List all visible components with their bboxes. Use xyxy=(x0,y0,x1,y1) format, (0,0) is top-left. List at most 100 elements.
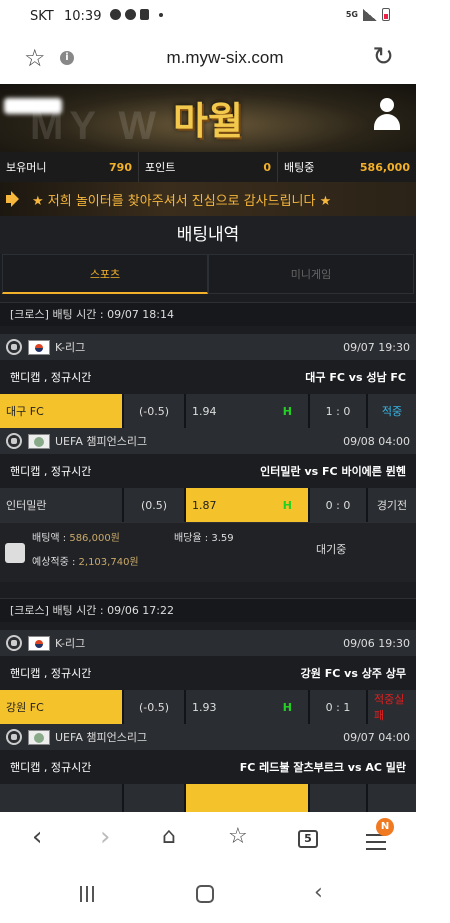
odds-cell: 1.94 H xyxy=(186,394,308,428)
match-row: 핸디캡 , 정규시간 FC 레드불 잘츠부르크 vs AC 밀란 xyxy=(0,750,416,784)
balance-cell: 보유머니 790 xyxy=(0,152,139,182)
bet-header: [크로스] 배팅 시간 : 09/06 17:22 xyxy=(0,598,416,622)
system-icons: 5G xyxy=(346,8,390,21)
soccer-ball-icon xyxy=(6,339,22,355)
betting-value: 586,000 xyxy=(359,160,410,174)
match-score xyxy=(310,784,366,812)
system-home-icon[interactable] xyxy=(196,885,214,903)
odds-row: 대구 FC (-0.5) 1.94 H 1 : 0 적중 xyxy=(0,394,416,428)
home-pick: 대구 FC xyxy=(0,394,122,428)
match-teams: 대구 FC vs 성남 FC xyxy=(305,371,406,384)
soccer-ball-icon xyxy=(6,635,22,651)
odds-row: 인터밀란 (0.5) 1.87 H 0 : 0 경기전 xyxy=(0,488,416,522)
match-time: 09/08 04:00 xyxy=(343,434,410,448)
network-5g-icon: 5G xyxy=(345,9,358,19)
notice-text: ★ 저희 놀이터를 찾아주셔서 진심으로 감사드립니다 ★ xyxy=(32,193,332,209)
site-header: MY W 마월 xyxy=(0,84,416,152)
handicap-mark: H xyxy=(282,404,292,418)
league-row: K-리그 09/06 19:30 xyxy=(0,630,416,656)
league-name: K-리그 xyxy=(55,637,86,650)
notice-banner: ★ 저희 놀이터를 찾아주셔서 진심으로 감사드립니다 ★ xyxy=(0,182,416,216)
match-time: 09/06 19:30 xyxy=(343,636,410,650)
betting-cell: 배팅중 586,000 xyxy=(278,152,416,182)
odds-value: 1.93 xyxy=(192,700,217,714)
carrier-label: SKT xyxy=(30,9,54,24)
betting-history: 배팅내역 스포츠 미니게임 [크로스] 배팅 시간 : 09/07 18:14 … xyxy=(0,216,416,812)
match-result: 적중 xyxy=(368,394,416,428)
menu-icon[interactable] xyxy=(366,834,386,855)
match-score: 0 : 0 xyxy=(310,488,366,522)
odds-row xyxy=(0,784,416,812)
recent-apps-icon[interactable] xyxy=(80,886,94,902)
korea-flag-icon xyxy=(28,339,50,355)
balance-value: 790 xyxy=(109,160,132,174)
league-name: UEFA 챔피언스리그 xyxy=(55,731,148,744)
site-logo[interactable]: 마월 xyxy=(0,90,416,145)
handicap-mark: H xyxy=(282,700,292,714)
expected-win: 예상적중 : 2,103,740원 xyxy=(32,557,139,568)
system-back-icon[interactable]: ‹ xyxy=(314,880,323,905)
notification-icons xyxy=(110,9,163,20)
match-result: 경기전 xyxy=(368,488,416,522)
soccer-ball-icon xyxy=(6,433,22,449)
league-name: UEFA 챔피언스리그 xyxy=(55,435,148,448)
league-row: UEFA 챔피언스리그 09/07 04:00 xyxy=(0,724,416,750)
message-icon xyxy=(125,9,136,20)
forward-icon[interactable]: › xyxy=(100,822,110,852)
uefa-flag-icon xyxy=(28,729,50,745)
reload-icon[interactable]: ↻ xyxy=(372,42,394,72)
category-tabs: 스포츠 미니게임 xyxy=(2,254,414,294)
market-type: 핸디캡 , 정규시간 xyxy=(10,371,92,384)
bet-amount: 배팅액 : 586,000원 xyxy=(32,533,120,544)
market-type: 핸디캡 , 정규시간 xyxy=(10,465,92,478)
battery-icon xyxy=(382,8,390,21)
match-teams: 강원 FC vs 상주 상무 xyxy=(300,667,406,680)
tab-sports[interactable]: 스포츠 xyxy=(2,254,208,294)
status-bar: SKT 10:39 5G xyxy=(0,0,450,34)
match-teams: 인터밀란 vs FC 바이에른 뮌헨 xyxy=(260,465,406,478)
odds-value: 1.94 xyxy=(192,404,217,418)
match-result: 적중실패 xyxy=(368,690,416,724)
odds-cell: 1.93 H xyxy=(186,690,308,724)
speaker-icon xyxy=(6,191,26,207)
league-row: UEFA 챔피언스리그 09/08 04:00 xyxy=(0,428,416,454)
odds-cell xyxy=(186,784,308,812)
handicap-line: (-0.5) xyxy=(124,394,184,428)
handicap-line xyxy=(124,784,184,812)
match-time: 09/07 04:00 xyxy=(343,730,410,744)
korea-flag-icon xyxy=(28,635,50,651)
uefa-flag-icon xyxy=(28,433,50,449)
bet-status: 대기중 xyxy=(316,543,347,556)
tab-minigame[interactable]: 미니게임 xyxy=(208,254,414,294)
select-checkbox[interactable] xyxy=(0,523,30,582)
home-pick: 강원 FC xyxy=(0,690,122,724)
page-title: 배팅내역 xyxy=(0,216,416,254)
notification-badge: N xyxy=(376,818,394,836)
tabs-button[interactable]: 5 xyxy=(298,830,318,848)
user-icon[interactable] xyxy=(372,98,402,132)
match-score: 1 : 0 xyxy=(310,394,366,428)
handicap-line: (0.5) xyxy=(124,488,184,522)
bookmarks-icon[interactable]: ☆ xyxy=(228,822,248,852)
home-icon[interactable]: ⌂ xyxy=(162,822,176,852)
match-row: 핸디캡 , 정규시간 강원 FC vs 상주 상무 xyxy=(0,656,416,690)
match-score: 0 : 1 xyxy=(310,690,366,724)
odds-row: 강원 FC (-0.5) 1.93 H 0 : 1 적중실패 xyxy=(0,690,416,724)
match-time: 09/07 19:30 xyxy=(343,340,410,354)
more-dot-icon xyxy=(159,12,163,17)
home-pick xyxy=(0,784,122,812)
handicap-mark: H xyxy=(282,498,292,512)
bet-rate: 배당율 : 3.59 xyxy=(174,533,234,544)
league-row: K-리그 09/07 19:30 xyxy=(0,334,416,360)
chat-icon xyxy=(110,9,121,20)
back-icon[interactable]: ‹ xyxy=(32,822,42,852)
points-label: 포인트 xyxy=(145,161,176,174)
browser-address-bar: ☆ i m.myw-six.com ↻ xyxy=(0,34,450,84)
points-value: 0 xyxy=(263,160,271,174)
bet-summary: 배팅액 : 586,000원 배당율 : 3.59 예상적중 : 2,103,7… xyxy=(0,522,416,582)
betting-label: 배팅중 xyxy=(284,161,315,174)
match-teams: FC 레드불 잘츠부르크 vs AC 밀란 xyxy=(239,761,406,774)
wallet-bar: 보유머니 790 포인트 0 배팅중 586,000 xyxy=(0,152,416,182)
match-row: 핸디캡 , 정규시간 인터밀란 vs FC 바이에른 뮌헨 xyxy=(0,454,416,488)
balance-label: 보유머니 xyxy=(6,161,47,174)
